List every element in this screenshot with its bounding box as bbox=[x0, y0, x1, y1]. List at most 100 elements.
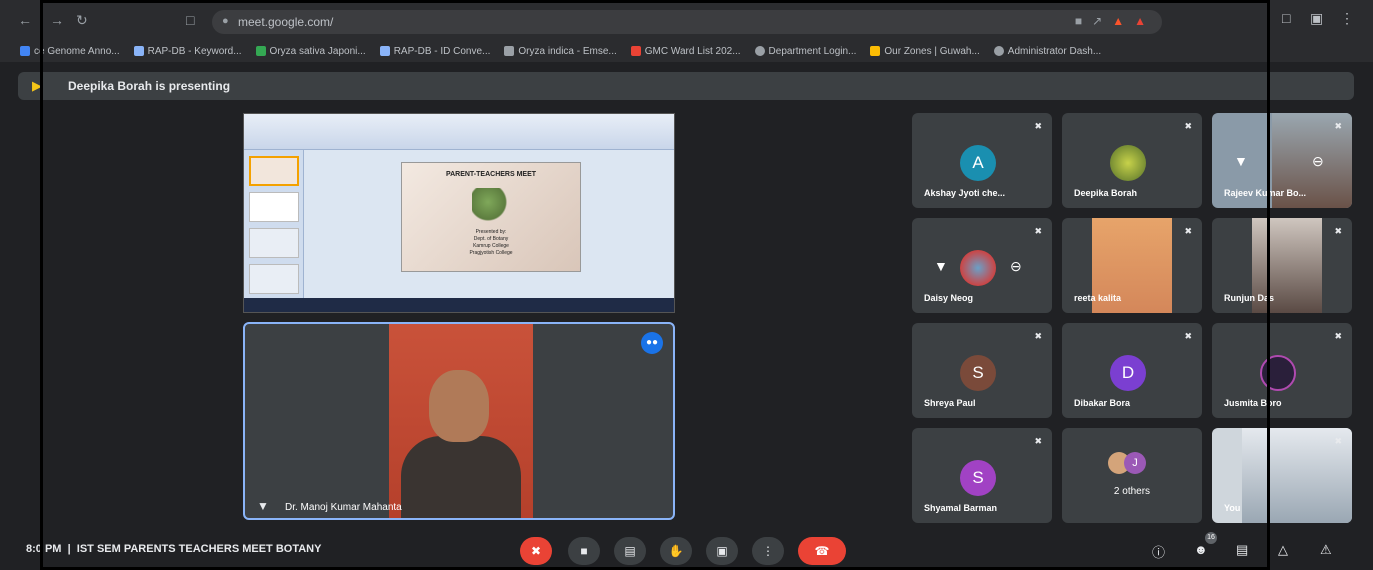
participant-tile[interactable]: ✖ reeta kalita bbox=[1062, 218, 1202, 313]
participant-tile[interactable]: ✖ A Akshay Jyoti che... bbox=[912, 113, 1052, 208]
slide-thumbnail bbox=[248, 192, 299, 222]
meeting-info: 8:0 PM | IST SEM PARENTS TEACHERS MEET B… bbox=[26, 543, 322, 555]
people-icon[interactable]: ☻ bbox=[1194, 542, 1208, 557]
slide-title: PARENT-TEACHERS MEET bbox=[445, 171, 537, 178]
raise-hand-button[interactable]: ✋ bbox=[660, 537, 692, 565]
participant-name: Rajeev Kumar Bo... bbox=[1224, 188, 1307, 198]
avatar bbox=[1110, 145, 1146, 181]
bookmark-item[interactable]: Administrator Dash... bbox=[993, 46, 1101, 57]
speaking-indicator-icon: ●● bbox=[641, 332, 663, 354]
avatar bbox=[960, 250, 996, 286]
mic-off-icon: ✖ bbox=[1184, 226, 1192, 236]
mic-off-icon: ✖ bbox=[1034, 121, 1042, 131]
bookmark-item[interactable]: GMC Ward List 202... bbox=[630, 46, 741, 57]
participant-tile[interactable]: ✖ Deepika Borah bbox=[1062, 113, 1202, 208]
speaker-face bbox=[429, 370, 489, 442]
mic-off-icon: ✖ bbox=[1034, 226, 1042, 236]
tab-icon[interactable]: □ bbox=[186, 12, 194, 28]
mic-toggle-button[interactable]: ✖ bbox=[520, 537, 552, 565]
presenting-banner[interactable]: ▶ Deepika Borah is presenting bbox=[18, 72, 1354, 100]
bookmark-item[interactable]: Oryza sativa Japoni... bbox=[255, 46, 366, 57]
remove-icon[interactable]: ⊖ bbox=[1312, 153, 1324, 170]
bookmark-icon bbox=[133, 46, 144, 56]
remove-icon[interactable]: ⊖ bbox=[1010, 258, 1022, 275]
reload-icon[interactable]: ↻ bbox=[76, 12, 88, 29]
flower-image bbox=[472, 188, 512, 223]
mic-off-icon: ✖ bbox=[1184, 121, 1192, 131]
bookmark-item[interactable]: RAP-DB - Keyword... bbox=[133, 46, 242, 57]
participant-name: Jusmita Boro bbox=[1224, 398, 1282, 408]
participant-tile[interactable]: ✖ ▼ ⊖ Rajeev Kumar Bo... bbox=[1212, 113, 1352, 208]
menu-icon[interactable]: ⋮ bbox=[1340, 10, 1354, 27]
sidebar-icon[interactable]: □ bbox=[1282, 10, 1290, 26]
captions-button[interactable]: ▤ bbox=[614, 537, 646, 565]
pin-icon[interactable]: ▼ bbox=[1234, 153, 1248, 169]
bookmark-item[interactable]: Department Login... bbox=[754, 46, 856, 57]
activities-icon[interactable]: △ bbox=[1278, 542, 1288, 558]
speaker-body bbox=[401, 436, 521, 518]
avatar: A bbox=[960, 145, 996, 181]
slide-thumbnails bbox=[244, 150, 304, 300]
current-slide: PARENT-TEACHERS MEET Presented by: Dept.… bbox=[401, 162, 581, 272]
participant-tile[interactable]: ✖ Runjun Das bbox=[1212, 218, 1352, 313]
host-controls-icon[interactable]: ⚠ bbox=[1320, 542, 1332, 558]
avatar: S bbox=[960, 460, 996, 496]
avatar: J bbox=[1124, 452, 1146, 474]
back-icon[interactable]: ← bbox=[18, 12, 32, 28]
participant-tile[interactable]: ✖ Jusmita Boro bbox=[1212, 323, 1352, 418]
avatar bbox=[1260, 355, 1296, 391]
mic-off-icon: ✖ bbox=[1334, 436, 1342, 446]
slide-thumbnail bbox=[248, 228, 299, 258]
address-bar[interactable]: ● meet.google.com/ ■ ↗ ▲ ▲ bbox=[212, 10, 1162, 34]
taskbar bbox=[244, 298, 674, 312]
present-button[interactable]: ▣ bbox=[706, 537, 738, 565]
mic-off-icon: ✖ bbox=[1034, 436, 1042, 446]
camera-permission-icon[interactable]: ■ bbox=[1075, 14, 1082, 28]
others-tile[interactable]: J 2 others bbox=[1062, 428, 1202, 523]
participant-tile[interactable]: ✖ D Dibakar Bora bbox=[1062, 323, 1202, 418]
bookmark-item[interactable]: ce Genome Anno... bbox=[20, 46, 120, 57]
more-options-button[interactable]: ⋮ bbox=[752, 537, 784, 565]
brave-shield-icon[interactable]: ▲ bbox=[1112, 14, 1124, 28]
participant-name: Shyamal Barman bbox=[924, 503, 998, 513]
chat-icon[interactable]: ▤ bbox=[1236, 542, 1248, 558]
others-count: 2 others bbox=[1113, 486, 1151, 497]
participant-name: Runjun Das bbox=[1224, 293, 1275, 303]
url-text: meet.google.com/ bbox=[238, 15, 334, 29]
participant-name: Daisy Neog bbox=[924, 293, 974, 303]
info-icon[interactable]: ⓘ bbox=[1152, 542, 1165, 561]
speaker-video bbox=[389, 324, 533, 518]
avatar: D bbox=[1110, 355, 1146, 391]
self-tile[interactable]: ✖ You bbox=[1212, 428, 1352, 523]
browser-window: ← → ↻ □ ● meet.google.com/ ■ ↗ ▲ ▲ □ ▣ ⋮… bbox=[0, 0, 1373, 570]
pin-icon[interactable]: ▼ bbox=[934, 258, 948, 274]
pin-icon[interactable]: ▼ bbox=[257, 499, 269, 513]
avatar: S bbox=[960, 355, 996, 391]
leave-call-button[interactable]: ☎ bbox=[798, 537, 846, 565]
participant-name: Akshay Jyoti che... bbox=[924, 188, 1006, 198]
speaker-name: Dr. Manoj Kumar Mahanta bbox=[285, 502, 402, 513]
participant-tile[interactable]: ✖ S Shreya Paul bbox=[912, 323, 1052, 418]
participant-name: You bbox=[1224, 503, 1241, 513]
forward-icon[interactable]: → bbox=[50, 12, 64, 28]
speaker-tile[interactable]: ●● ▼ Dr. Manoj Kumar Mahanta bbox=[243, 322, 675, 520]
people-count-badge: 16 bbox=[1205, 532, 1217, 544]
mic-off-icon: ✖ bbox=[1334, 121, 1342, 131]
wallet-icon[interactable]: ▣ bbox=[1310, 10, 1323, 27]
mic-off-icon: ✖ bbox=[1334, 331, 1342, 341]
bookmark-item[interactable]: Oryza indica - Emse... bbox=[504, 46, 617, 57]
bookmark-icon bbox=[379, 46, 390, 56]
presenting-text: Deepika Borah is presenting bbox=[68, 79, 231, 93]
bookmark-item[interactable]: RAP-DB - ID Conve... bbox=[379, 46, 490, 57]
bookmark-item[interactable]: Our Zones | Guwah... bbox=[870, 46, 980, 57]
bookmark-icon bbox=[630, 46, 641, 56]
brave-rewards-icon[interactable]: ▲ bbox=[1134, 14, 1146, 28]
participant-tile[interactable]: ✖ S Shyamal Barman bbox=[912, 428, 1052, 523]
camera-toggle-button[interactable]: ■ bbox=[568, 537, 600, 565]
presentation-tile[interactable]: PARENT-TEACHERS MEET Presented by: Dept.… bbox=[243, 113, 675, 313]
participant-tile[interactable]: ✖ ▼ ⊖ Daisy Neog bbox=[912, 218, 1052, 313]
share-icon[interactable]: ↗ bbox=[1092, 14, 1102, 28]
bookmark-icon bbox=[870, 46, 881, 56]
bookmark-icon bbox=[255, 46, 266, 56]
participant-name: Shreya Paul bbox=[924, 398, 976, 408]
